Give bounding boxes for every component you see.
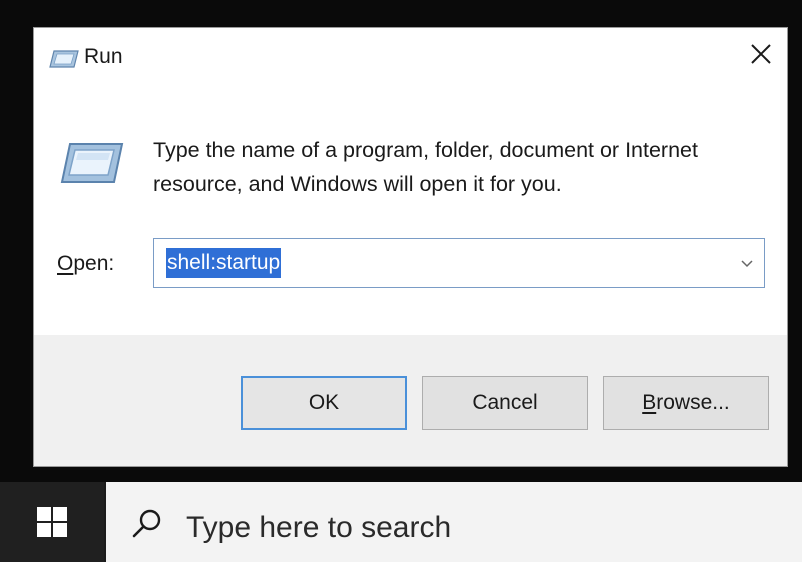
browse-accesskey: B bbox=[642, 391, 657, 414]
run-icon bbox=[60, 143, 124, 183]
window-title: Run bbox=[84, 45, 123, 68]
search-icon bbox=[132, 509, 161, 538]
run-icon bbox=[49, 50, 79, 68]
cancel-button[interactable]: Cancel bbox=[422, 376, 588, 430]
desktop: Run Type the name of a program, folder, … bbox=[0, 0, 802, 562]
open-input[interactable]: shell:startup bbox=[166, 248, 282, 278]
start-button[interactable] bbox=[0, 482, 104, 562]
open-label-text: pen: bbox=[73, 252, 115, 275]
taskbar: Type here to search bbox=[0, 482, 802, 562]
close-button[interactable] bbox=[743, 36, 779, 72]
browse-button[interactable]: Browse... bbox=[603, 376, 769, 430]
run-dialog: Run Type the name of a program, folder, … bbox=[33, 27, 788, 467]
windows-logo-icon bbox=[37, 507, 67, 537]
instruction-text: Type the name of a program, folder, docu… bbox=[153, 138, 698, 196]
open-label-accesskey: O bbox=[57, 252, 74, 275]
open-combobox[interactable]: shell:startup bbox=[153, 238, 765, 288]
open-label: Open: bbox=[57, 249, 114, 279]
taskbar-search-box[interactable]: Type here to search bbox=[106, 482, 802, 562]
search-placeholder: Type here to search bbox=[186, 511, 452, 544]
title-bar[interactable]: Run bbox=[34, 28, 787, 86]
browse-label: rowse... bbox=[656, 391, 730, 414]
close-icon bbox=[751, 44, 771, 64]
ok-button[interactable]: OK bbox=[241, 376, 407, 430]
chevron-down-icon[interactable] bbox=[740, 256, 754, 270]
button-area: OK Cancel Browse... bbox=[34, 335, 787, 466]
